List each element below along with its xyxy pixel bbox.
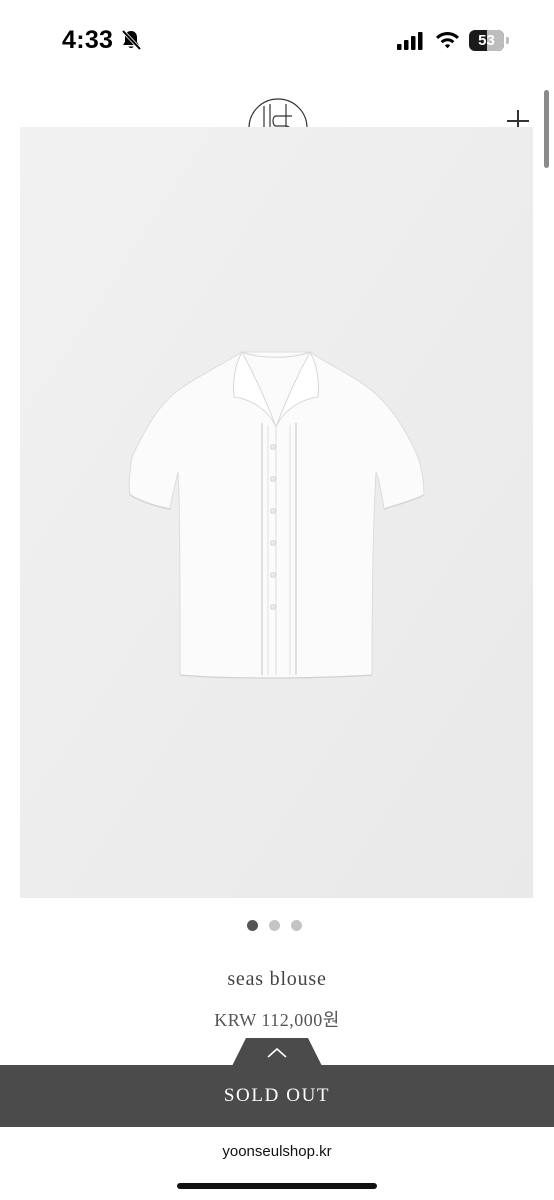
product-name: seas blouse bbox=[227, 968, 327, 990]
status-bar: 4:33 53 bbox=[0, 0, 554, 84]
sold-out-label: SOLD OUT bbox=[223, 1085, 331, 1106]
address-bar-url[interactable]: yoonseulshop.kr bbox=[0, 1143, 554, 1160]
white-blouse-photo bbox=[20, 127, 533, 898]
carousel-dot[interactable] bbox=[247, 920, 258, 931]
battery-level: 53 bbox=[478, 32, 495, 49]
expand-tab[interactable] bbox=[232, 1038, 322, 1066]
carousel-dot[interactable] bbox=[269, 920, 280, 931]
battery-icon: 53 bbox=[469, 30, 509, 51]
scroll-indicator[interactable] bbox=[544, 90, 549, 168]
cellular-signal-icon bbox=[397, 32, 423, 50]
home-indicator[interactable] bbox=[177, 1183, 377, 1189]
carousel-dots bbox=[247, 920, 302, 932]
product-price: KRW 112,000원 bbox=[214, 1010, 340, 1030]
status-time: 4:33 bbox=[62, 26, 114, 54]
wifi-icon bbox=[436, 32, 459, 49]
sold-out-button[interactable]: SOLD OUT bbox=[0, 1065, 554, 1127]
bell-slash-icon bbox=[121, 29, 142, 51]
product-image[interactable] bbox=[20, 127, 533, 898]
carousel-dot[interactable] bbox=[291, 920, 302, 931]
